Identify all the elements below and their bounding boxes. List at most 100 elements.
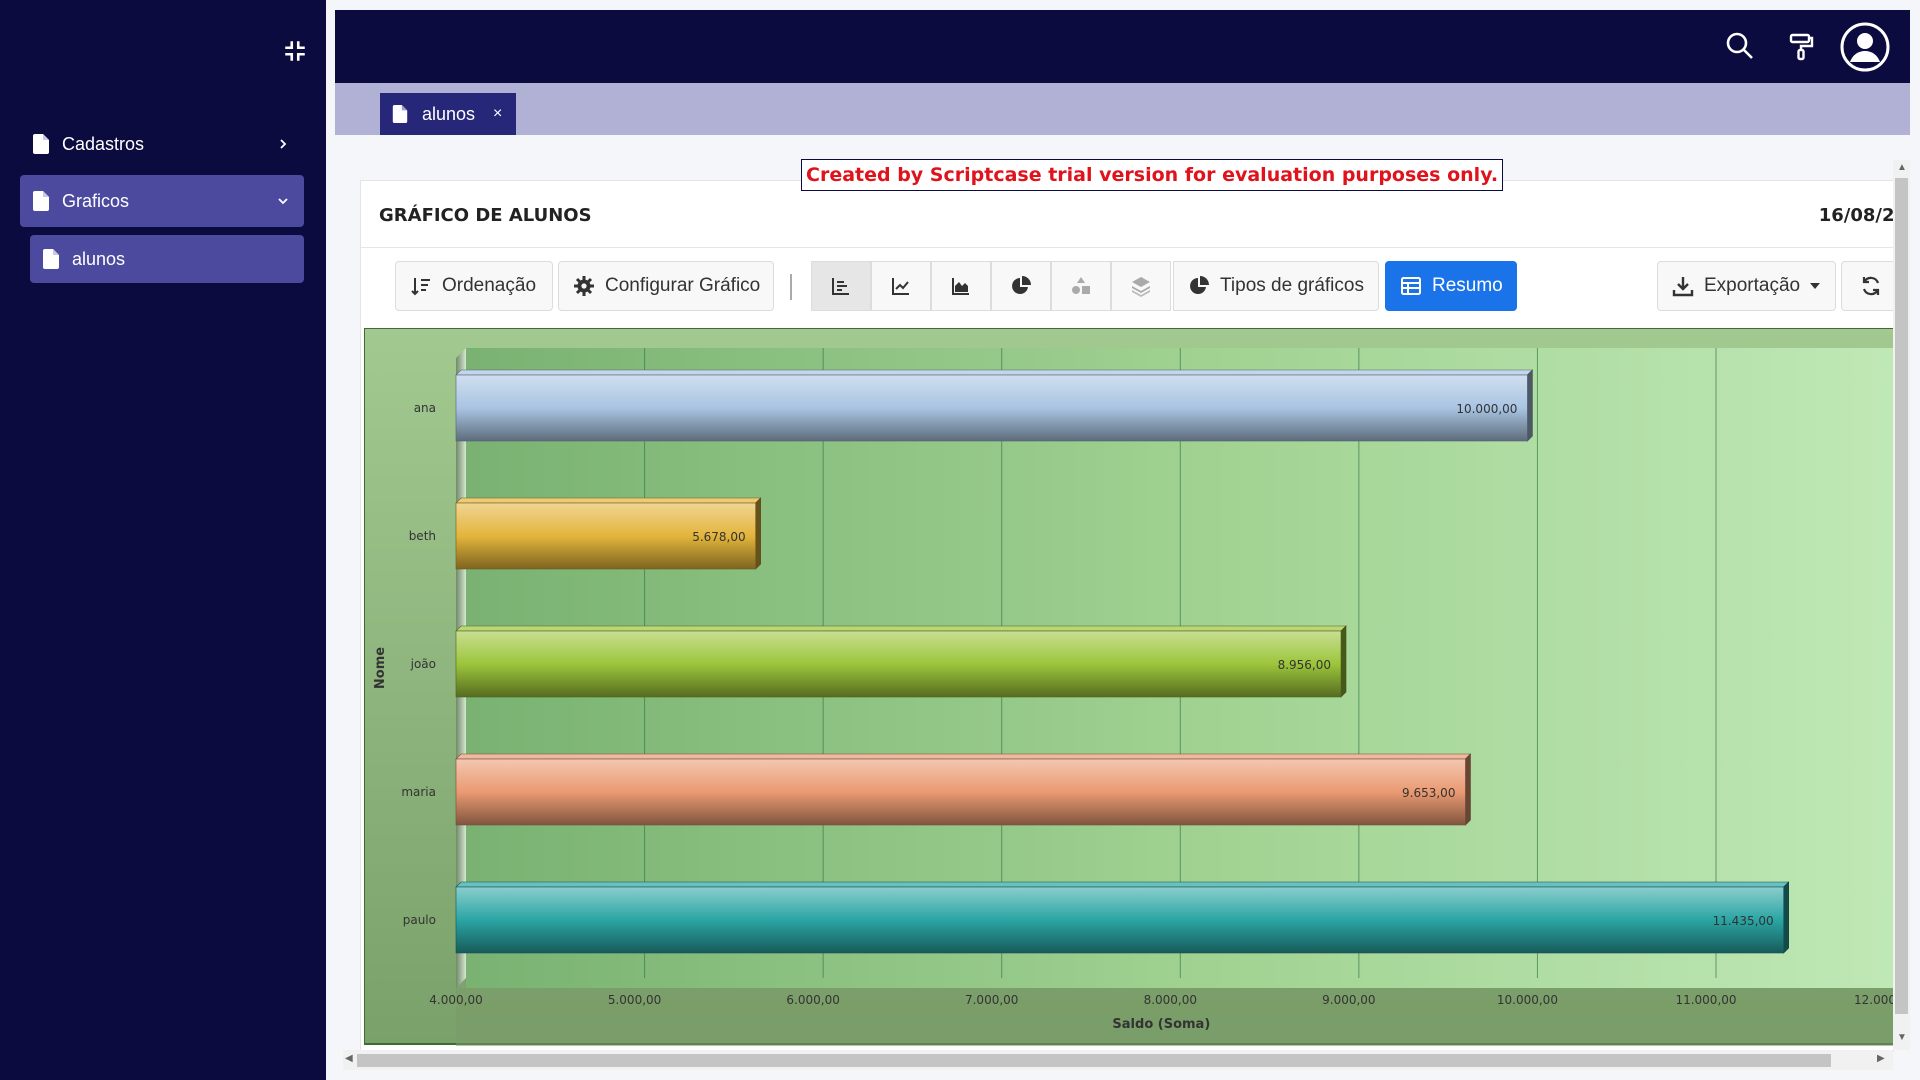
bar <box>455 758 1466 826</box>
gear-icon <box>574 276 594 296</box>
chart-panel: GRÁFICO DE ALUNOS 16/08/20 Ordenação Con… <box>360 180 1894 1052</box>
refresh-icon <box>1862 276 1880 296</box>
chart-container: 4.000,00 5.000,00 6.000,00 7.000,00 8.000,00… <box>363 327 1894 1048</box>
divider <box>361 247 1893 248</box>
layers-icon <box>1132 277 1150 297</box>
bar-chart-icon <box>832 278 849 295</box>
configure-chart-button[interactable]: Configurar Gráfico <box>558 261 774 311</box>
chart-types-label: Tipos de gráficos <box>1220 275 1364 296</box>
file-icon <box>392 105 408 123</box>
bar-value-label: 10.000,00 <box>1456 402 1517 416</box>
x-axis-label: Saldo (Soma) <box>1112 1017 1210 1032</box>
shapes-chart-button[interactable] <box>1051 261 1111 311</box>
sort-icon <box>411 278 430 296</box>
file-icon <box>33 191 49 211</box>
x-tick-label: 9.000,00 <box>1322 993 1375 1007</box>
scroll-left-icon[interactable]: ◀ <box>345 1053 353 1064</box>
x-tick-label: 10.000,00 <box>1497 993 1558 1007</box>
vertical-scrollbar[interactable]: ▲ ▼ <box>1893 160 1910 1050</box>
sidebar-item-cadastros[interactable]: Cadastros <box>20 118 304 170</box>
bar-top-face <box>455 497 762 504</box>
sidebar-item-label: alunos <box>72 248 126 269</box>
x-tick-label: 8.000,00 <box>1144 993 1197 1007</box>
pie-chart-button[interactable] <box>991 261 1051 311</box>
export-label: Exportação <box>1704 275 1801 296</box>
y-tick-label: beth <box>409 529 436 543</box>
sort-button[interactable]: Ordenação <box>395 261 553 311</box>
tab-bar: alunos × <box>335 83 1910 135</box>
chevron-right-icon <box>280 139 287 149</box>
scroll-up-icon[interactable]: ▲ <box>1897 162 1907 173</box>
y-tick-label: paulo <box>403 913 436 927</box>
sidebar-item-alunos[interactable]: alunos <box>30 235 304 283</box>
scroll-thumb[interactable] <box>1895 178 1908 1014</box>
tab-alunos[interactable]: alunos × <box>380 93 516 135</box>
bar-value-label: 9.653,00 <box>1402 786 1455 800</box>
bar <box>455 630 1342 698</box>
page-title: GRÁFICO DE ALUNOS <box>379 205 592 226</box>
scroll-thumb[interactable] <box>357 1054 1831 1067</box>
stacked-chart-button[interactable] <box>1111 261 1171 311</box>
bar-top-face <box>455 625 1347 632</box>
bar-side-face <box>1783 881 1789 954</box>
x-tick-label: 5.000,00 <box>608 993 661 1007</box>
refresh-button[interactable] <box>1841 261 1893 311</box>
file-icon <box>43 249 59 269</box>
bar-value-label: 8.956,00 <box>1278 658 1331 672</box>
bar-value-label: 11.435,00 <box>1713 914 1774 928</box>
paint-roller-icon[interactable] <box>1785 30 1817 62</box>
x-tick-label: 4.000,00 <box>429 993 482 1007</box>
area-chart-icon <box>952 278 969 295</box>
x-tick-label: 6.000,00 <box>786 993 839 1007</box>
area-chart-button[interactable] <box>931 261 991 311</box>
caret-down-icon <box>1810 283 1821 289</box>
sort-label: Ordenação <box>442 275 537 296</box>
y-tick-label: maria <box>401 785 436 799</box>
bar-chart-button[interactable] <box>811 261 871 311</box>
bar-value-label: 5.678,00 <box>692 530 745 544</box>
y-tick-label: joão <box>410 657 436 671</box>
horizontal-scrollbar[interactable]: ◀ ▶ <box>343 1050 1893 1070</box>
bar-side-face <box>1340 625 1347 698</box>
chevron-down-icon <box>278 198 288 205</box>
bar <box>455 374 1528 442</box>
trial-watermark: Created by Scriptcase trial version for … <box>801 159 1504 191</box>
export-button[interactable]: Exportação <box>1657 261 1836 311</box>
summary-label: Resumo <box>1432 275 1503 296</box>
pie-chart-icon <box>1012 276 1031 294</box>
chart-types-button[interactable]: Tipos de gráficos <box>1173 261 1379 311</box>
search-icon[interactable] <box>1724 30 1756 62</box>
download-icon <box>1672 277 1694 297</box>
scroll-right-icon[interactable]: ▶ <box>1877 1053 1885 1064</box>
sidebar-item-label: Cadastros <box>62 133 145 154</box>
bar-side-face <box>1465 753 1471 826</box>
avatar[interactable] <box>1840 22 1890 72</box>
y-tick-label: ana <box>414 401 436 415</box>
bar-top-face <box>455 753 1472 760</box>
summary-button[interactable]: Resumo <box>1385 261 1517 311</box>
file-icon <box>33 134 49 154</box>
x-tick-label: 12.000,00 <box>1854 993 1894 1007</box>
bar-chart: 4.000,00 5.000,00 6.000,00 7.000,00 8.000,00… <box>363 327 1894 1046</box>
line-chart-icon <box>892 278 909 295</box>
table-icon <box>1401 277 1421 295</box>
top-bar <box>335 10 1910 83</box>
bar-top-face <box>455 881 1790 888</box>
sidebar-item-graficos[interactable]: Graficos <box>20 175 304 227</box>
x-tick-label: 7.000,00 <box>965 993 1018 1007</box>
configure-chart-label: Configurar Gráfico <box>605 275 761 296</box>
y-axis-label: Nome <box>373 647 388 689</box>
scroll-down-icon[interactable]: ▼ <box>1897 1032 1907 1043</box>
sidebar-item-label: Graficos <box>62 190 130 211</box>
date-label: 16/08/20 <box>1818 205 1894 226</box>
line-chart-button[interactable] <box>871 261 931 311</box>
pie-chart-icon <box>1190 276 1209 294</box>
collapse-icon[interactable] <box>282 38 310 66</box>
bar-side-face <box>1527 369 1533 442</box>
x-tick-label: 11.000,00 <box>1675 993 1736 1007</box>
toolbar-separator <box>790 274 792 300</box>
sidebar: Cadastros Graficos alunos <box>0 0 326 1080</box>
bar-side-face <box>755 497 761 570</box>
shapes-icon <box>1072 277 1090 294</box>
tab-close-button[interactable]: × <box>493 105 502 123</box>
